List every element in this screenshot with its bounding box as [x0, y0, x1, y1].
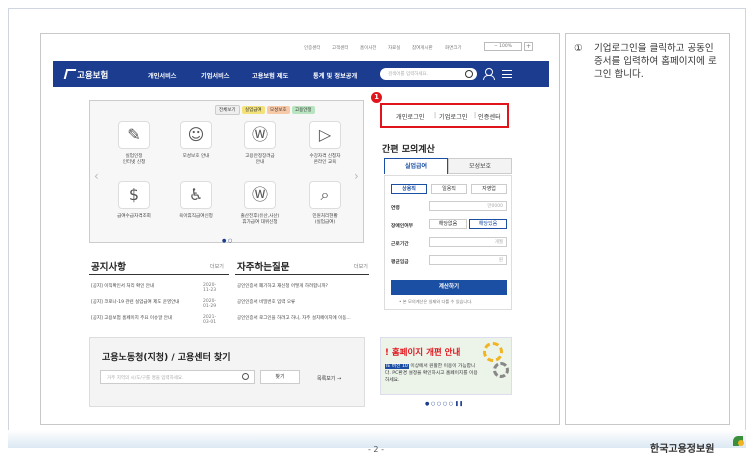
tab-maternity[interactable]: 모성보호 [448, 158, 512, 174]
footer-brand: 한국고용정보원 [650, 444, 715, 455]
period-label: 근로기간 [391, 242, 409, 247]
period-input[interactable]: 개월 [429, 237, 507, 247]
calc-form: 상용직 일용직 자영업 연령 만0000 장애인여부 해당없음 해당있음 근로기… [384, 175, 512, 310]
prev-arrow-icon[interactable]: ‹ [94, 169, 99, 183]
calc-note: • 본 모의계산은 실제와 다를 수 있습니다. [399, 299, 473, 304]
disability-yes[interactable]: 해당있음 [469, 219, 507, 229]
seg-daily[interactable]: 일용직 [431, 184, 467, 194]
faq-more-link[interactable]: 더보기 [354, 263, 368, 270]
service-tile[interactable]: Ⓦ 출산전후(유산,사산) 휴가급여 대위신청 [230, 181, 290, 226]
instruction-text: 기업로그인을 클릭하고 공동인증서를 입력하여 홈페이지에 로그인 합니다. [594, 43, 717, 80]
center-finder: 고용노동청(지청) / 고용센터 찾기 거주 지역의 시/도/구를 명을 입력하… [89, 337, 365, 407]
util-link-cert[interactable]: 인증센터 [304, 45, 321, 51]
search-icon[interactable] [242, 373, 249, 380]
user-icon[interactable] [483, 68, 495, 80]
finder-title: 고용노동청(지청) / 고용센터 찾기 [102, 353, 231, 363]
list-item[interactable]: [공지] 코로나-19 관련 실업급여 제도 운영안내 2020-01-29 [91, 299, 216, 309]
service-tile[interactable]: $ 급여수급자격조회 [104, 181, 164, 220]
play-icon: ▷ [309, 121, 341, 149]
util-link-board[interactable]: 참여게시판 [412, 45, 433, 51]
nav-corporate-services[interactable]: 기업서비스 [201, 71, 229, 80]
list-item[interactable]: 공인인증서 로그인을 하려고 하니, 자주 설치페이지에 이동... [237, 315, 371, 321]
service-tile[interactable]: ☺ 모성보호 안내 [166, 121, 226, 160]
chip-employment[interactable]: 고용안정 [292, 106, 315, 114]
banner-title: ! 홈페이지 개편 안내 [385, 348, 461, 358]
personal-login-link[interactable]: 개인로그인 [396, 112, 424, 121]
util-link-customer[interactable]: 고객센터 [332, 45, 349, 51]
chip-unemployment[interactable]: 실업급여 [242, 106, 265, 114]
util-link-dictionary[interactable]: 홈이사전 [360, 45, 377, 51]
search-input[interactable]: 검색어를 입력하세요. [380, 68, 477, 80]
notices-more-link[interactable]: 더보기 [210, 263, 224, 270]
main-navigation: 고용보험 개인서비스 기업서비스 고용보험 제도 통계 및 정보공개 검색어를 … [53, 61, 549, 87]
seg-selfemployed[interactable]: 자영업 [471, 184, 507, 194]
age-input[interactable]: 만0000 [429, 201, 507, 211]
util-link-library[interactable]: 자료실 [388, 45, 400, 51]
coin-hand-icon: Ⓦ [244, 121, 276, 149]
wage-input[interactable]: 원 [429, 255, 507, 265]
zoom-select[interactable]: − 100% [484, 42, 522, 51]
service-tile[interactable]: Ⓦ 고용안정장려금 안내 [230, 121, 290, 166]
list-item[interactable]: [공지] 이직확인서 처리 확인 안내 2020-11-23 [91, 283, 216, 293]
banner-text: IE 버전 10 이상에서 원활한 이용이 가능합니다. PC환경 설정을 확인… [385, 364, 478, 383]
tab-unemployment[interactable]: 실업급여 [384, 158, 448, 174]
gear-icon [493, 362, 509, 378]
carousel-pager[interactable]: ● ○ [222, 238, 232, 244]
services-panel: 전체보기 실업급여 모성보호 고용안정 ‹ › ✎ 실업인정 인터넷 신청 ☺ 모성… [89, 100, 364, 244]
chip-maternity[interactable]: 모성보호 [267, 106, 290, 114]
document-search-icon: ⌕ [309, 181, 341, 209]
age-label: 연령 [391, 206, 400, 211]
instruction-panel: ① 기업로그인을 클릭하고 공동인증서를 입력하여 홈페이지에 로그인 합니다. [565, 33, 730, 425]
list-view-link[interactable]: 목록보기 → [317, 375, 341, 382]
baby-icon: ☺ [180, 121, 212, 149]
page-number: - 2 - [368, 445, 384, 454]
list-item[interactable]: [공지] 고용보험 홈페이지 주요 이슈알 안내 2021-03-01 [91, 315, 216, 325]
zoom-plus-button[interactable]: + [524, 42, 533, 51]
hamburger-menu-icon[interactable] [502, 70, 512, 78]
coins-icon: $ [118, 181, 150, 209]
notices-title: 공지사항 [91, 262, 126, 273]
service-filter-chips: 전체보기 실업급여 모성보호 고용안정 [215, 105, 316, 115]
calculate-button[interactable]: 계산하기 [391, 280, 507, 295]
nav-statistics[interactable]: 통계 및 정보공개 [313, 71, 357, 80]
disability-no[interactable]: 해당없음 [429, 219, 467, 229]
site-logo[interactable]: 고용보험 [77, 69, 108, 81]
stroller-icon: ♿ [180, 181, 212, 209]
instruction-number: ① [574, 43, 583, 54]
nav-personal-services[interactable]: 개인서비스 [148, 71, 176, 80]
corporate-login-link[interactable]: 기업로그인 [439, 112, 467, 121]
find-button[interactable]: 찾기 [260, 370, 300, 384]
wage-label: 평균임금 [391, 260, 409, 265]
service-tile[interactable]: ✎ 실업인정 인터넷 신청 [104, 121, 164, 166]
homepage-screenshot: 인증센터 고객센터 홈이사전 자료실 참여게시판 화면크기 − 100% + 고… [40, 33, 560, 425]
cert-center-link[interactable]: 인증센터 [478, 112, 501, 121]
faq-title: 자주하는질문 [237, 262, 290, 273]
gear-icon [483, 342, 503, 362]
notice-banner[interactable]: ! 홈페이지 개편 안내 IE 버전 10 이상에서 원활한 이용이 가능합니다… [380, 337, 512, 395]
utility-bar: 인증센터 고객센터 홈이사전 자료실 참여게시판 화면크기 − 100% + [41, 34, 559, 58]
calc-title: 간편 모의계산 [382, 145, 435, 155]
disability-label: 장애인여부 [391, 224, 414, 229]
logo-icon [63, 69, 77, 79]
money-bag-icon: Ⓦ [244, 181, 276, 209]
nav-insurance-system[interactable]: 고용보험 제도 [252, 71, 288, 80]
chip-all[interactable]: 전체보기 [215, 105, 240, 115]
search-icon[interactable] [465, 70, 473, 78]
pencil-icon: ✎ [118, 121, 150, 149]
util-zoom-label: 화면크기 [445, 46, 462, 51]
region-search-input[interactable]: 거주 지역의 시/도/구를 명을 입력하세요. [100, 370, 255, 384]
login-box-highlight: 개인로그인 | 기업로그인 | 인증센터 [380, 103, 509, 128]
banner-pager[interactable]: ● ○ ○ ○ ○ ❚❚ [425, 401, 463, 407]
list-item[interactable]: 공인인증서 비밀번호 입력 오류 [237, 299, 295, 305]
service-tile[interactable]: ♿ 육아휴직급여신청 [166, 181, 226, 220]
list-item[interactable]: 공인인증서 폐기하고 재신청 어떻게 하려합니까? [237, 283, 328, 289]
step-badge: 1 [371, 92, 382, 103]
service-tile[interactable]: ▷ 수강자격 신청자 온라인 교육 [295, 121, 355, 166]
service-tile[interactable]: ⌕ 민원처리현황 (실업급여) [295, 181, 355, 226]
seg-regular[interactable]: 상용직 [391, 184, 427, 194]
